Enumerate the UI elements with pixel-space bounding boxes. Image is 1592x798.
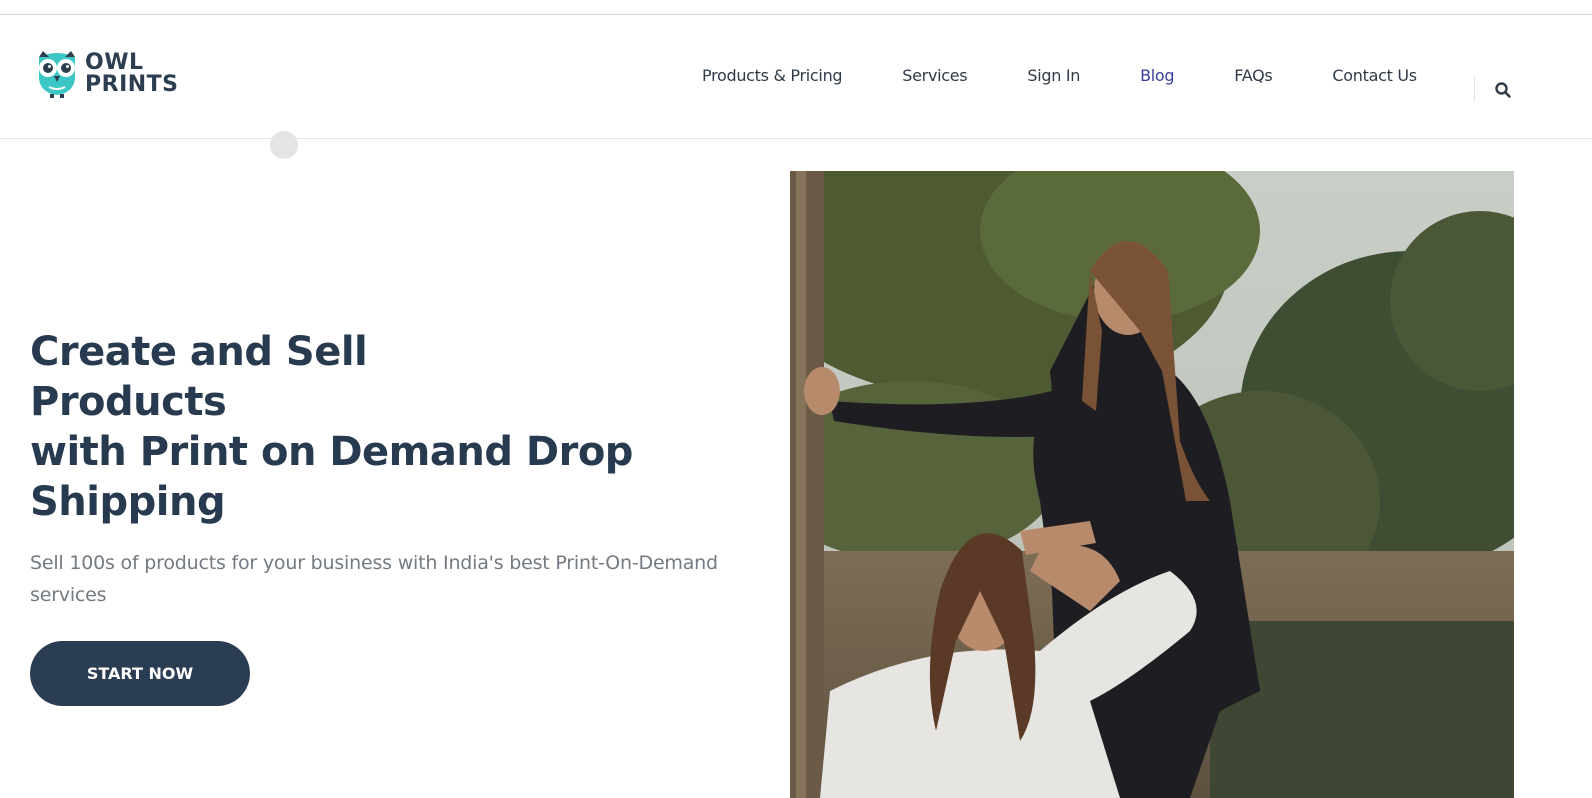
hero-title-line: Shipping [30,479,226,525]
nav-services[interactable]: Services [902,66,967,85]
hero-title-line: Create and Sell [30,329,368,375]
nav-faqs[interactable]: FAQs [1234,66,1272,85]
nav-contact-us[interactable]: Contact Us [1332,66,1417,85]
start-now-button[interactable]: START NOW [30,641,250,706]
brand-wordmark: OWL PRINTS [85,52,179,96]
main-nav: Products & Pricing Services Sign In Blog… [702,66,1477,85]
hero-photo-illustration [790,171,1514,798]
hero-subtitle: Sell 100s of products for your business … [30,552,718,606]
hero-title: Create and Sell Products with Print on D… [30,327,730,527]
owl-logo-icon [39,51,75,98]
hero-title-line: Products [30,379,227,425]
site-header: OWL PRINTS Products & Pricing Services S… [0,15,1592,139]
page: OWL PRINTS Products & Pricing Services S… [0,0,1592,798]
nav-sign-in[interactable]: Sign In [1027,66,1080,85]
hero-title-line: with Print on Demand Drop [30,429,633,475]
nav-blog[interactable]: Blog [1140,66,1174,85]
search-button[interactable] [1494,81,1512,99]
brand-line-1: OWL [85,50,144,75]
brand-logo[interactable]: OWL PRINTS [33,49,179,99]
nav-divider [1474,76,1475,102]
brand-line-2: PRINTS [85,72,179,97]
decorative-dot [270,131,298,159]
search-icon [1495,82,1511,98]
nav-products-pricing[interactable]: Products & Pricing [702,66,843,85]
hero-photo [790,171,1514,798]
